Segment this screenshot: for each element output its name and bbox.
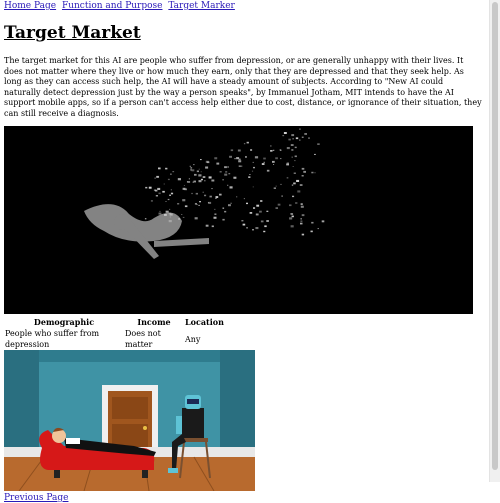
robot-therapist-image: [4, 350, 255, 491]
particle-figure-image: [4, 126, 473, 314]
nav-home-link[interactable]: Home Page: [4, 1, 56, 11]
table-header-location: Location: [185, 317, 224, 327]
nav-target-link[interactable]: Target Marker: [168, 1, 235, 11]
scrollbar-thumb[interactable]: [492, 2, 498, 470]
nav-links: Home Page Function and Purpose Target Ma…: [4, 1, 486, 12]
previous-page-link[interactable]: Previous Page: [4, 493, 68, 503]
table-cell: People who suffer from depression: [5, 329, 100, 349]
intro-paragraph: The target market for this AI are people…: [4, 56, 482, 118]
nav-function-link[interactable]: Function and Purpose: [62, 1, 163, 11]
table-header-income: Income: [137, 317, 171, 327]
footer-nav: Previous Page: [4, 493, 486, 503]
scrollbar[interactable]: [489, 0, 500, 482]
table-cell: Does not matter: [125, 329, 161, 349]
table-cell: Any: [185, 334, 201, 344]
page-title: Target Market: [4, 23, 141, 43]
table-header-demographic: Demographic: [33, 317, 95, 327]
market-table: Demographic Income Location People who s…: [4, 317, 225, 350]
page: Home Page Function and Purpose Target Ma…: [4, 1, 486, 503]
table-row: People who suffer from depression Does n…: [4, 328, 225, 350]
